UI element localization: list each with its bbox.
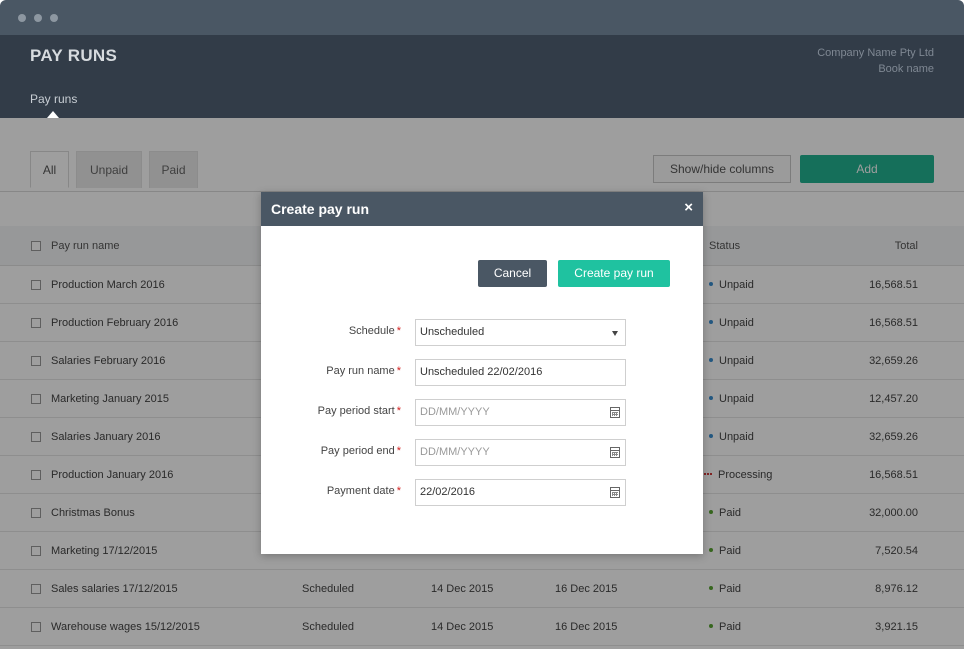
create-pay-run-button[interactable]: Create pay run: [558, 260, 670, 287]
schedule-select[interactable]: Unscheduled: [415, 319, 626, 346]
window-dot-icon: [34, 14, 42, 22]
payment-date-input[interactable]: 22/02/2016: [415, 479, 626, 506]
calendar-icon[interactable]: [610, 487, 620, 498]
page-title: PAY RUNS: [30, 46, 118, 65]
payment-date-label-text: Payment date: [326, 485, 395, 497]
pay-period-start-label-text: Pay period start: [317, 405, 395, 417]
calendar-icon[interactable]: [610, 407, 620, 418]
required-mark: *: [396, 445, 401, 457]
pay-period-end-label-text: Pay period end: [320, 445, 395, 457]
pay-run-name-input[interactable]: Unscheduled 22/02/2016: [415, 359, 626, 386]
dialog-header: Create pay run ×: [261, 192, 703, 226]
schedule-value: Unscheduled: [420, 326, 485, 338]
window-dot-icon: [50, 14, 58, 22]
page-header: PAY RUNS Company Name Pty Ltd Book name …: [0, 35, 964, 118]
pay-period-start-input[interactable]: DD/MM/YYYY: [415, 399, 626, 426]
create-pay-run-dialog: Create pay run × Cancel Create pay run S…: [261, 192, 703, 554]
pay-period-end-placeholder: DD/MM/YYYY: [420, 446, 490, 458]
schedule-label-text: Schedule: [348, 325, 395, 337]
company-info: Company Name Pty Ltd Book name: [817, 45, 934, 77]
pay-run-name-label-text: Pay run name: [326, 365, 395, 377]
pay-period-end-input[interactable]: DD/MM/YYYY: [415, 439, 626, 466]
required-mark: *: [396, 405, 401, 417]
pay-run-name-value: Unscheduled 22/02/2016: [420, 366, 543, 378]
book-name[interactable]: Book name: [817, 61, 934, 77]
payment-date-label: Payment date *: [327, 485, 401, 497]
pay-period-start-label: Pay period start *: [318, 405, 401, 417]
dialog-title: Create pay run: [271, 201, 370, 217]
required-mark: *: [396, 485, 401, 497]
nav-tab-pay-runs[interactable]: Pay runs: [30, 92, 77, 106]
required-mark: *: [396, 325, 401, 337]
active-tab-caret-icon: [47, 111, 59, 118]
window-titlebar: [0, 0, 964, 35]
company-name[interactable]: Company Name Pty Ltd: [817, 45, 934, 61]
payment-date-value: 22/02/2016: [420, 486, 476, 498]
cancel-button[interactable]: Cancel: [478, 260, 547, 287]
window-dot-icon: [18, 14, 26, 22]
close-icon[interactable]: ×: [684, 199, 693, 216]
required-mark: *: [396, 365, 401, 377]
schedule-label: Schedule *: [349, 325, 401, 337]
chevron-down-icon: [612, 331, 618, 336]
pay-run-name-label: Pay run name *: [326, 365, 401, 377]
calendar-icon[interactable]: [610, 447, 620, 458]
pay-period-end-label: Pay period end *: [321, 445, 401, 457]
pay-period-start-placeholder: DD/MM/YYYY: [420, 406, 490, 418]
